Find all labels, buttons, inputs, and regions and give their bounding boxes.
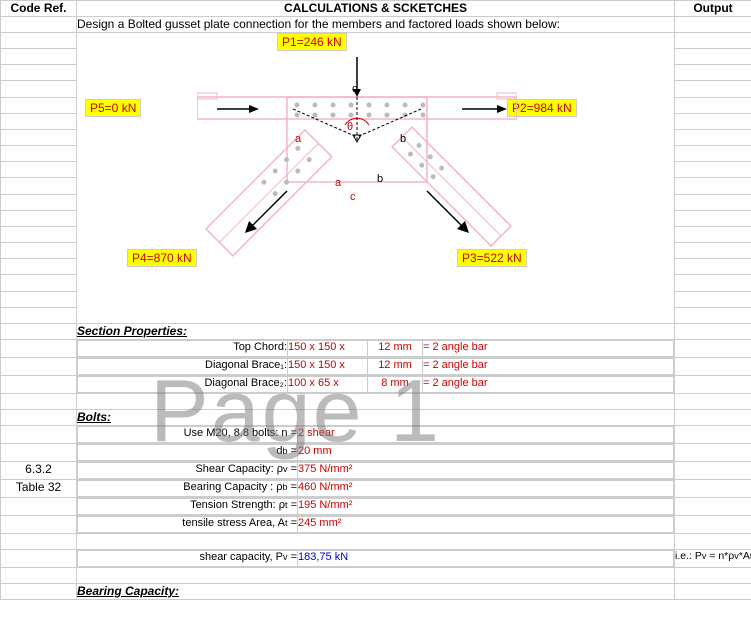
at-val: 245 mm² <box>298 517 674 533</box>
lbl-a2: a <box>335 177 341 189</box>
coderef-t32: Table 32 <box>1 480 77 498</box>
sketch-area: P1=246 kN P2=984 kN P3=522 kN P4=870 kN … <box>77 33 674 323</box>
pt-label: Tension Strength: ρt = <box>78 499 298 515</box>
prop-label-2: Diagonal Brace₂: <box>78 377 288 393</box>
section-props-hdr: Section Properties: <box>77 324 675 340</box>
lbl-b2: b <box>377 173 383 185</box>
shear-label: shear capacity, Pv = <box>78 551 298 567</box>
load-p2: P2=984 kN <box>507 99 577 117</box>
prop-label-1: Diagonal Brace₁: <box>78 359 288 375</box>
prop-t-0: 12 mm <box>368 341 423 357</box>
pv-label: Shear Capacity: ρv = <box>78 463 298 479</box>
shear-formula: i.e.: Pv = n*ρv*At <box>675 550 751 568</box>
coderef-632: 6.3.2 <box>1 462 77 480</box>
at-label: tensile stress Area, At = <box>78 517 298 533</box>
db-val: 20 mm <box>298 445 674 461</box>
calc-sheet: Code Ref. CALCULATIONS & SCKETCHES Outpu… <box>0 0 751 600</box>
bolts-hdr: Bolts: <box>77 410 675 426</box>
prop-note-1: = 2 angle bar <box>423 359 674 375</box>
db-label: db = <box>78 445 298 461</box>
prop-t-2: 8 mm <box>368 377 423 393</box>
lbl-theta: θ <box>347 121 353 133</box>
shear-val: 183,75 kN <box>298 551 674 567</box>
hdr-coderef: Code Ref. <box>1 1 77 17</box>
lbl-c2: c <box>350 191 356 203</box>
pb-val: 460 N/mm² <box>298 481 674 497</box>
hdr-calcs: CALCULATIONS & SCKETCHES <box>77 1 675 17</box>
prop-size-1: 150 x 150 x <box>288 359 368 375</box>
pb-label: Bearing Capacity : ρb = <box>78 481 298 497</box>
prop-note-0: = 2 angle bar <box>423 341 674 357</box>
prop-size-0: 150 x 150 x <box>288 341 368 357</box>
bolts-n: 2 shear <box>298 427 674 443</box>
hdr-output: Output <box>675 1 751 17</box>
prop-label-0: Top Chord: <box>78 341 288 357</box>
lbl-c1: c <box>352 83 358 95</box>
pt-val: 195 N/mm² <box>298 499 674 515</box>
lbl-a1: a <box>295 133 301 145</box>
prop-t-1: 12 mm <box>368 359 423 375</box>
design-prompt: Design a Bolted gusset plate connection … <box>77 17 675 33</box>
prop-size-2: 100 x 65 x <box>288 377 368 393</box>
prop-note-2: = 2 angle bar <box>423 377 674 393</box>
bolts-intro: Use M20, 8.8 bolts: n = <box>78 427 298 443</box>
load-p4: P4=870 kN <box>127 249 197 267</box>
gusset-sketch <box>197 47 517 257</box>
pv-val: 375 N/mm² <box>298 463 674 479</box>
lbl-b1: b <box>400 133 406 145</box>
bearing-cap-hdr: Bearing Capacity: <box>77 584 675 600</box>
load-p5: P5=0 kN <box>85 99 141 117</box>
